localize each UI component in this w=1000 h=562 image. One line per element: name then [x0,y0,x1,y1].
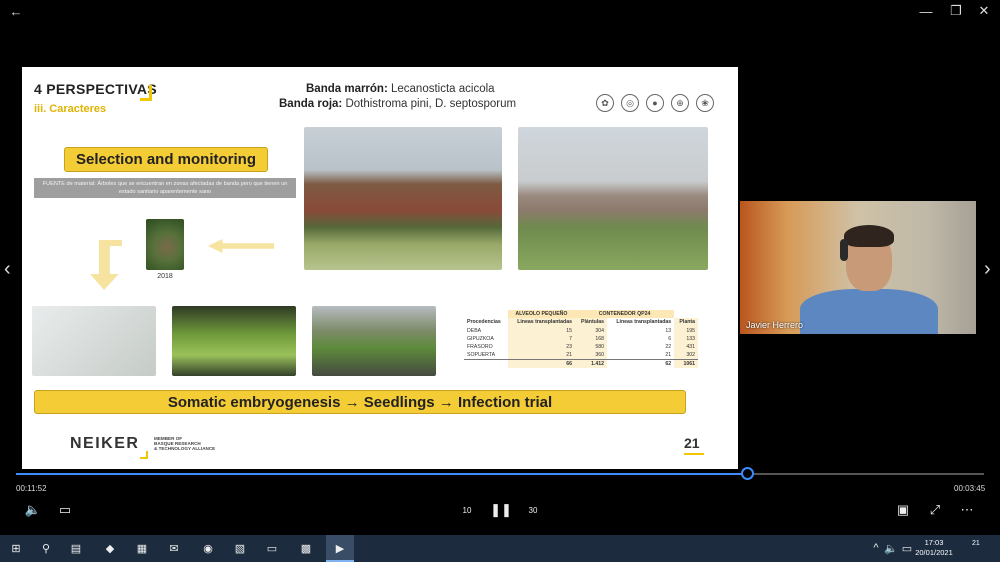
notification-icon[interactable]: 21 [972,540,986,554]
close-icon[interactable]: ✕ [970,0,998,22]
remaining-time: 00:03:45 [954,484,986,493]
hands-plant-icon: ✿ [596,94,614,112]
captions-icon[interactable]: ▭ [54,500,76,520]
table-row: FRASORO 23 580 22 431 [464,343,698,352]
arrow-left-icon [208,239,274,253]
back-arrow-icon[interactable]: ← [2,0,30,22]
current-time: 00:11:52 [16,484,47,493]
skip-back-label: 10 [462,505,472,515]
search-icon[interactable]: ⚲ [36,540,56,556]
plant-table: ALVEOLO PEQUEÑO CONTENEDOR QP24 Proceden… [464,310,698,369]
skip-forward-label: 30 [528,505,538,515]
skip-forward-button[interactable]: 30 [522,500,544,520]
photos-app-icon[interactable]: ▩ [296,540,316,556]
col-header: Lineas transplantadas [616,319,672,326]
title-bar [0,0,1000,22]
system-clock[interactable]: 17:03 20/01/2021 [914,538,954,558]
network-icon[interactable]: ▭ [900,540,914,556]
mini-view-icon[interactable]: ▣ [892,500,914,520]
table-row: DEBA 15 304 13 195 [464,326,698,335]
band-brown-line: Banda marrón: Lecanosticta acicola [306,83,495,95]
windows-start-icon[interactable]: ⊞ [6,540,26,556]
forest-photo-1 [304,127,502,270]
participant-hair [844,225,894,247]
band-red-label: Banda roja: [279,98,343,110]
selection-title: Selection and monitoring [64,147,268,172]
year-label: 2018 [157,273,173,280]
col-header: Lineas transplantadas [507,318,575,327]
page-number: 21 [684,435,700,451]
paint-app-icon[interactable]: ◆ [100,540,120,556]
globe-leaf-icon: ◎ [621,94,639,112]
col-header: Planta [674,318,698,327]
progress-handle[interactable] [740,467,754,480]
band-red-line: Banda roja: Dothistroma pini, D. septosp… [279,98,516,110]
table-row: GIPUZKOA 7 168 6 133 [464,334,698,344]
participant-body [800,289,938,334]
neiker-logo: NEIKER [70,435,140,452]
notification-count: 21 [972,540,980,547]
pause-icon[interactable]: ❚❚ [490,500,512,520]
greenhouse-photo [312,306,436,376]
globe-hands-icon: ⊕ [671,94,689,112]
band-brown-value: Lecanosticta acicola [387,83,495,95]
col-header: Plántulas [574,318,608,327]
section-title: 4 PERSPECTIVAS [34,81,157,97]
task-view-icon[interactable]: ▤ [66,540,86,556]
corner-accent [140,85,152,101]
logo-accent [140,451,148,459]
group-header-contenedor: CONTENEDOR QP24 [574,310,675,319]
headset-icon [840,239,848,261]
notes-app-icon[interactable]: ▧ [230,540,250,556]
minimize-icon[interactable]: — [912,0,940,22]
movies-app-icon[interactable]: ▶ [330,540,350,556]
sdg-icons: ✿ ◎ ● ⊕ ❀ [596,94,714,112]
progress-fill [16,473,747,475]
calculator-app-icon[interactable]: ▦ [132,540,152,556]
outlook-app-icon[interactable]: ✉ [164,540,184,556]
section-subtitle: iii. Caracteres [34,103,107,115]
somatic-banner: Somatic embryogenesis → Seedlings → Infe… [34,390,686,414]
page-underline [684,453,704,455]
source-note: FUENTE de material: Árboles que se encue… [34,178,296,198]
table-row: SOPUERTA 21 360 21 302 [464,351,698,360]
pine-cone-photo [146,219,184,270]
band-red-value: Dothistroma pini, D. septosporum [342,98,517,110]
seedling-tray-photo [172,306,296,376]
embryo-tray-photo [32,306,156,376]
file-explorer-icon[interactable]: ▭ [262,540,282,556]
bulb-icon: ● [646,94,664,112]
clock-date: 20/01/2021 [915,548,953,557]
participant-video[interactable]: Javier Herrero [740,201,976,334]
restore-icon[interactable]: ❐ [942,0,970,22]
member-text: MEMBER OF BASQUE RESEARCH & TECHNOLOGY A… [154,436,216,452]
handshake-icon: ❀ [696,94,714,112]
band-brown-label: Banda marrón: [306,83,388,95]
forest-photo-2 [518,127,708,270]
group-header-alveolo: ALVEOLO PEQUEÑO [507,310,575,319]
participant-name: Javier Herrero [746,320,804,330]
chevron-up-icon[interactable]: ^ [870,540,882,556]
next-arrow-icon[interactable]: › [984,258,991,281]
arrow-down-icon [90,240,122,290]
volume-icon[interactable]: 🔈 [22,500,44,520]
presentation-slide: 4 PERSPECTIVAS iii. Caracteres Banda mar… [22,67,738,469]
fullscreen-icon[interactable]: ⤢ [924,500,946,520]
col-header: Procedencias [467,319,501,326]
more-options-icon[interactable]: ⋯ [956,500,978,520]
clock-time: 17:03 [924,538,944,547]
skip-back-button[interactable]: 10 [456,500,478,520]
previous-arrow-icon[interactable]: ‹ [4,258,11,281]
firefox-app-icon[interactable]: ◉ [198,540,218,556]
speaker-icon[interactable]: 🔈 [884,540,898,556]
table-total-row: 66 1.412 62 1061 [464,359,698,369]
